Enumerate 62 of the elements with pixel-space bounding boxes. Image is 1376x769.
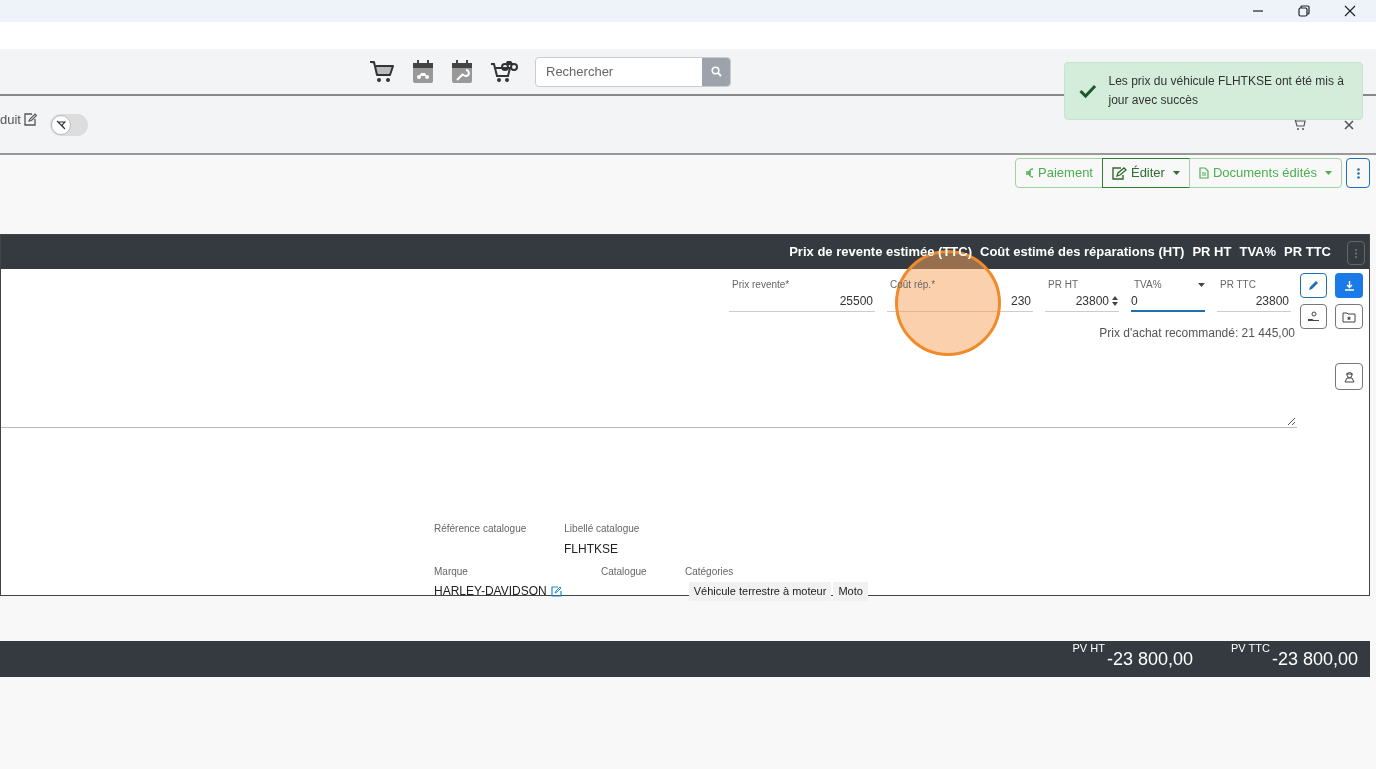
edit-icon[interactable] — [550, 585, 562, 597]
kebab-icon — [1356, 167, 1360, 179]
hand-coin-icon — [1307, 311, 1320, 322]
price-field[interactable]: PR TTC 23800 — [1217, 277, 1291, 312]
resize-handle-icon — [1288, 418, 1295, 425]
search-input[interactable]: Rechercher — [536, 57, 702, 86]
edit-icon[interactable] — [23, 113, 37, 126]
edit-icon — [1111, 166, 1127, 180]
brand-value: HARLEY-DAVIDSON — [434, 583, 547, 601]
calendar-icon[interactable] — [412, 59, 434, 84]
field-label: Marque — [434, 565, 469, 579]
price-field[interactable]: PR HT 23800 — [1045, 277, 1119, 312]
field-label: Catalogue — [601, 565, 648, 579]
category-tag: Moto — [833, 582, 868, 601]
search-button[interactable] — [702, 57, 730, 86]
column-header: PR HT — [1192, 243, 1232, 262]
toggle-switch[interactable] — [49, 113, 88, 136]
caret-icon — [1172, 171, 1180, 175]
price-field[interactable]: Prix revente* 25500 — [729, 277, 875, 312]
calendar-icon[interactable] — [451, 59, 473, 84]
restore-icon[interactable] — [1298, 5, 1310, 17]
folder-star-icon — [1342, 310, 1356, 323]
spinner-icon[interactable] — [1111, 295, 1119, 307]
document-icon — [1198, 167, 1209, 179]
category-tag: Véhicule terrestre à moteur — [688, 582, 832, 601]
total-label: PV HT — [1072, 640, 1105, 656]
close-icon[interactable] — [1344, 5, 1356, 17]
flag-off-icon — [55, 119, 66, 130]
field-label: Catégories — [685, 565, 734, 579]
edit-button[interactable] — [1300, 273, 1327, 298]
action-button[interactable]: Éditer — [1101, 158, 1190, 188]
mechanic-button[interactable] — [1335, 363, 1363, 390]
folder-button[interactable] — [1335, 304, 1363, 329]
cart-icon[interactable] — [369, 58, 395, 85]
toast-message: Les prix du véhicule FLHTKSE ont été mis à jour avec succès — [1108, 73, 1345, 109]
recommended-price: Prix d'achat recommandé: 21 445,00 — [1099, 325, 1295, 342]
column-header: TVA% — [1239, 243, 1277, 262]
close-icon[interactable] — [1344, 119, 1354, 130]
more-button[interactable] — [1346, 158, 1370, 188]
search-icon — [710, 66, 722, 77]
field-label: Libellé catalogue — [564, 522, 640, 536]
cart-icon[interactable] — [490, 59, 518, 84]
pencil-icon — [1308, 280, 1319, 291]
checkmark-icon — [1079, 82, 1097, 100]
total-label: PV TTC — [1231, 640, 1270, 656]
column-header: PR TTC — [1284, 243, 1331, 262]
caret-icon — [1325, 171, 1332, 175]
download-button[interactable] — [1335, 273, 1363, 298]
caret-icon — [1198, 282, 1205, 287]
catalog-label-value: FLHTKSE — [564, 541, 619, 558]
column-header: Prix de revente estimée (TTC) — [789, 243, 972, 262]
download-icon — [1343, 280, 1355, 291]
column-header: Coût estimé des réparations (HT) — [980, 243, 1185, 262]
cart-icon[interactable] — [1292, 118, 1306, 131]
total-value: -23 800,00 — [1106, 647, 1193, 671]
total-value: -23 800,00 — [1271, 647, 1358, 671]
field-label: Référence catalogue — [434, 522, 527, 536]
hand-coin-button[interactable] — [1300, 304, 1327, 329]
person-icon — [1343, 370, 1355, 383]
search-field[interactable]: Rechercher — [535, 56, 731, 87]
product-label: duit — [0, 110, 21, 129]
price-field[interactable]: TVA% 0 — [1131, 277, 1205, 312]
